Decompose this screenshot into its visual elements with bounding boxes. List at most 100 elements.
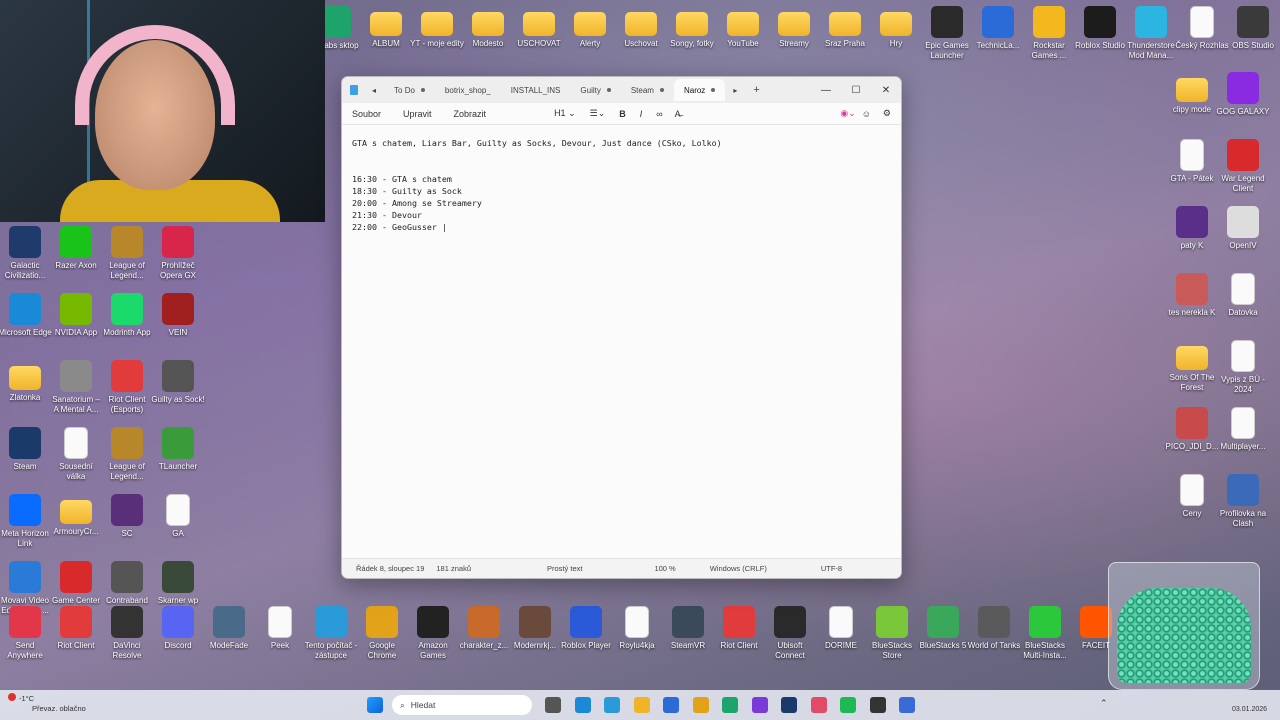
desktop-icon-left-15[interactable]: TLauncher bbox=[151, 427, 205, 472]
desktop-icon-top-18[interactable]: OBS Studio bbox=[1226, 6, 1280, 51]
desktop-icon-right-11[interactable]: Multiplayer... bbox=[1216, 407, 1270, 452]
desktop-icon-left-23[interactable]: Skarner wp bbox=[151, 561, 205, 606]
start-windows-icon[interactable] bbox=[367, 697, 383, 713]
desktop-icon-right-0[interactable]: clipy mode bbox=[1165, 72, 1219, 115]
discord-taskbar-icon[interactable] bbox=[751, 697, 768, 713]
desktop-icon-bottom-19[interactable]: World of Tanks bbox=[967, 606, 1021, 651]
desktop-icon-top-5[interactable]: Alerty bbox=[563, 6, 617, 49]
task-view-icon[interactable] bbox=[545, 697, 561, 713]
italic-button[interactable]: I bbox=[640, 109, 643, 119]
notepad-window[interactable]: ◂ To Do botrix_shop_ INSTALL_INS Guilty Stea… bbox=[341, 76, 902, 579]
taskbar-search[interactable]: ⌕ Hledat bbox=[392, 695, 532, 715]
notepad-taskbar-icon[interactable] bbox=[899, 697, 915, 713]
desktop-icon-bottom-15[interactable]: Ubisoft Connect bbox=[763, 606, 817, 661]
desktop-icon-left-4[interactable]: Microsoft Edge bbox=[0, 293, 52, 338]
unsaved-dot-icon[interactable] bbox=[659, 88, 664, 92]
desktop-icon-left-0[interactable]: Galactic Civilizatio... bbox=[0, 226, 52, 281]
desktop-icon-left-21[interactable]: Game Center bbox=[49, 561, 103, 606]
account-icon[interactable]: ☺ bbox=[862, 109, 871, 119]
weather-widget[interactable]: -1°C Převaz. oblačno bbox=[8, 693, 86, 714]
tab-0[interactable]: To Do bbox=[384, 79, 435, 101]
desktop-icon-top-16[interactable]: Thunderstore Mod Mana... bbox=[1124, 6, 1178, 61]
explorer-taskbar-icon[interactable] bbox=[633, 697, 650, 713]
bold-button[interactable]: B bbox=[619, 109, 626, 119]
desktop-icon-left-9[interactable]: Sanatorium – A Mental A... bbox=[49, 360, 103, 415]
desktop-icon-top-4[interactable]: USCHOVAT bbox=[512, 6, 566, 49]
desktop-icon-left-17[interactable]: ArmouryCr... bbox=[49, 494, 103, 537]
desktop-icon-right-5[interactable]: OpenIV bbox=[1216, 206, 1270, 251]
minimize-button[interactable]: — bbox=[811, 85, 841, 96]
desktop-icon-bottom-16[interactable]: DORIME bbox=[814, 606, 868, 651]
desktop-icon-top-17[interactable]: Český Rozhlas bbox=[1175, 6, 1229, 51]
spotify-taskbar-icon[interactable] bbox=[840, 697, 856, 713]
desktop-icon-left-10[interactable]: Riot Client (Esports) bbox=[100, 360, 154, 415]
desktop-icon-right-4[interactable]: paty K bbox=[1165, 206, 1219, 251]
desktop-icon-right-9[interactable]: Vypis z BÚ - 2024 bbox=[1216, 340, 1270, 395]
desktop-icon-bottom-14[interactable]: Riot Client bbox=[712, 606, 766, 651]
desktop-icon-bottom-6[interactable]: Tento počítač - zástupce bbox=[304, 606, 358, 661]
tab-2[interactable]: INSTALL_INS bbox=[501, 79, 571, 101]
opera-taskbar-icon[interactable] bbox=[810, 697, 827, 713]
unsaved-dot-icon[interactable] bbox=[420, 88, 425, 92]
steam-taskbar-icon[interactable] bbox=[781, 697, 797, 713]
desktop-icon-top-1[interactable]: ALBUM bbox=[359, 6, 413, 49]
desktop-icon-bottom-20[interactable]: BlueStacks Multi-Insta... bbox=[1018, 606, 1072, 661]
desktop-icon-right-2[interactable]: GTA - Pátek bbox=[1165, 139, 1219, 184]
desktop-icon-top-8[interactable]: YouTube bbox=[716, 6, 770, 49]
desktop-icon-bottom-10[interactable]: Modernrkj... bbox=[508, 606, 562, 651]
menu-file[interactable]: Soubor bbox=[352, 109, 381, 119]
desktop-icon-right-6[interactable]: tes nerekla K bbox=[1165, 273, 1219, 318]
desktop-icon-right-8[interactable]: Sons Of The Forest bbox=[1165, 340, 1219, 393]
edge-taskbar-icon[interactable] bbox=[574, 697, 591, 713]
desktop-icon-bottom-9[interactable]: charakter_z... bbox=[457, 606, 511, 651]
desktop-icon-bottom-17[interactable]: BlueStacks Store bbox=[865, 606, 919, 661]
tab-scroll-right-icon[interactable]: ▸ bbox=[733, 86, 737, 95]
desktop-icon-bottom-13[interactable]: SteamVR bbox=[661, 606, 715, 651]
clear-format-icon[interactable]: A̶ bbox=[675, 109, 681, 119]
desktop-icon-bottom-3[interactable]: Discord bbox=[151, 606, 205, 651]
desktop-icon-right-12[interactable]: Ceny bbox=[1165, 474, 1219, 519]
unsaved-dot-icon[interactable] bbox=[606, 88, 611, 92]
desktop-icon-left-12[interactable]: Steam bbox=[0, 427, 52, 472]
desktop-icon-top-11[interactable]: Hry bbox=[869, 6, 923, 49]
desktop-icon-left-16[interactable]: Meta Horizon Link bbox=[0, 494, 52, 549]
maximize-button[interactable]: ☐ bbox=[841, 85, 871, 96]
desktop-icon-top-7[interactable]: Songy, fotky bbox=[665, 6, 719, 49]
heading-select[interactable]: H1 ⌄ bbox=[554, 108, 576, 119]
desktop-icon-left-13[interactable]: Sousední válka bbox=[49, 427, 103, 482]
outlook-taskbar-icon[interactable] bbox=[663, 697, 679, 713]
desktop-icon-top-15[interactable]: Roblox Studio bbox=[1073, 6, 1127, 51]
desktop-icon-left-14[interactable]: League of Legend... bbox=[100, 427, 154, 482]
chrome-taskbar-icon[interactable] bbox=[692, 697, 709, 713]
desktop-icon-top-2[interactable]: YT - moje edity bbox=[410, 6, 464, 49]
desktop-icon-right-3[interactable]: War Legend Client bbox=[1216, 139, 1270, 194]
desktop-icon-bottom-18[interactable]: BlueStacks 5 bbox=[916, 606, 970, 651]
desktop-icon-bottom-12[interactable]: Roylu4kja bbox=[610, 606, 664, 651]
desktop-icon-top-6[interactable]: Uschovat bbox=[614, 6, 668, 49]
store-taskbar-icon[interactable] bbox=[604, 697, 620, 713]
close-button[interactable]: ✕ bbox=[871, 85, 901, 96]
menu-view[interactable]: Zobrazit bbox=[454, 109, 487, 119]
editor-text-area[interactable]: GTA s chatem, Liars Bar, Guilty as Socks… bbox=[342, 125, 901, 245]
desktop-icon-left-19[interactable]: GA bbox=[151, 494, 205, 539]
desktop-icon-left-1[interactable]: Razer Axon bbox=[49, 226, 103, 271]
tab-5[interactable]: Naroz bbox=[673, 79, 726, 101]
desktop-icon-bottom-2[interactable]: DaVinci Resolve bbox=[100, 606, 154, 661]
desktop-icon-right-13[interactable]: Profilovka na Clash bbox=[1216, 474, 1270, 529]
desktop-icon-left-7[interactable]: VEIN bbox=[151, 293, 205, 338]
desktop-icon-top-12[interactable]: Epic Games Launcher bbox=[920, 6, 974, 61]
desktop-icon-right-7[interactable]: Datovka bbox=[1216, 273, 1270, 318]
link-icon[interactable]: ∞ bbox=[656, 109, 662, 119]
menu-edit[interactable]: Upravit bbox=[403, 109, 432, 119]
desktop-icon-bottom-4[interactable]: ModeFade bbox=[202, 606, 256, 651]
unsaved-dot-icon[interactable] bbox=[711, 88, 716, 92]
desktop-icon-left-6[interactable]: Modrinth App bbox=[100, 293, 154, 338]
tray-chevron-icon[interactable]: ⌃ bbox=[1100, 698, 1108, 709]
desktop-icon-bottom-0[interactable]: Send Anywhere bbox=[0, 606, 52, 661]
desktop-icon-bottom-11[interactable]: Roblox Player bbox=[559, 606, 613, 651]
desktop-icon-right-1[interactable]: GOG GALAXY bbox=[1216, 72, 1270, 117]
copilot-icon[interactable]: ◉⌄ bbox=[840, 108, 855, 119]
list-icon[interactable]: ☰⌄ bbox=[590, 108, 606, 119]
desktop-icon-left-11[interactable]: Guilty as Sock! bbox=[151, 360, 205, 405]
desktop-icon-left-5[interactable]: NVIDIA App bbox=[49, 293, 103, 338]
